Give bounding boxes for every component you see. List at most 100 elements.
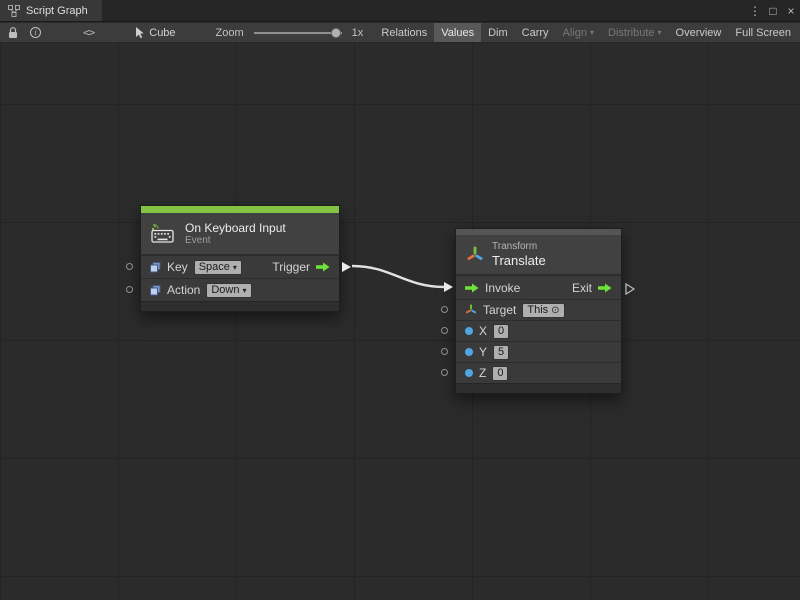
- port-trigger-output[interactable]: [342, 262, 351, 272]
- invoke-label: Invoke: [485, 281, 520, 295]
- event-accent-bar: [141, 206, 339, 213]
- port-exit-output[interactable]: [625, 282, 635, 300]
- key-dropdown[interactable]: Space ▾: [194, 260, 242, 275]
- target-row: Target This ⊙: [456, 299, 621, 320]
- info-icon: i: [30, 27, 41, 38]
- action-label: Action: [167, 283, 200, 297]
- dim-button[interactable]: Dim: [481, 23, 515, 42]
- node-footer: [456, 383, 621, 393]
- port-key-input[interactable]: [126, 263, 133, 270]
- literal-icon: [150, 262, 161, 273]
- port-z-input[interactable]: [441, 369, 448, 376]
- port-invoke-input[interactable]: [444, 282, 453, 292]
- chevron-down-icon: ▾: [233, 261, 237, 274]
- tab-title: Script Graph: [26, 5, 88, 17]
- code-icon: <>: [83, 26, 94, 39]
- node-category: Transform: [492, 241, 546, 253]
- carry-label: Carry: [522, 27, 549, 39]
- chevron-down-icon: ▾: [658, 28, 662, 37]
- full-screen-button[interactable]: Full Screen: [728, 23, 798, 42]
- overview-button[interactable]: Overview: [669, 23, 729, 42]
- z-row: Z 0: [456, 362, 621, 383]
- flow-arrow-icon: [598, 283, 612, 293]
- values-button[interactable]: Values: [434, 23, 481, 42]
- distribute-label: Distribute: [608, 27, 654, 39]
- flow-arrow-icon: [465, 283, 479, 293]
- close-icon[interactable]: ×: [782, 0, 800, 22]
- transform-icon: [465, 304, 477, 316]
- relations-label: Relations: [381, 27, 427, 39]
- node-header[interactable]: On Keyboard Input Event: [141, 213, 339, 255]
- transform-icon: [466, 246, 484, 264]
- values-label: Values: [441, 27, 474, 39]
- port-y-input[interactable]: [441, 348, 448, 355]
- x-input[interactable]: 0: [493, 324, 509, 339]
- toolbar-buttons: Relations Values Dim Carry Align▾ Distri…: [374, 23, 798, 42]
- action-dropdown-value: Down: [211, 284, 239, 297]
- node-title: Translate: [492, 253, 546, 268]
- title-bar: Script Graph ⋮ □ ×: [0, 0, 800, 22]
- exit-label: Exit: [572, 281, 592, 295]
- node-footer: [141, 301, 339, 311]
- key-row: Key Space ▾ Trigger: [141, 255, 339, 278]
- port-target-input[interactable]: [441, 306, 448, 313]
- y-row: Y 5: [456, 341, 621, 362]
- zoom-label: Zoom: [216, 27, 244, 39]
- target-object-label: Cube: [149, 27, 175, 39]
- lock-button[interactable]: [2, 23, 24, 43]
- full-screen-label: Full Screen: [735, 27, 791, 39]
- invoke-row: Invoke Exit: [456, 275, 621, 299]
- node-header[interactable]: Transform Translate: [456, 235, 621, 275]
- distribute-button[interactable]: Distribute ▾: [601, 23, 668, 42]
- node-header-text: On Keyboard Input Event: [185, 221, 286, 247]
- value-port-icon: [465, 348, 473, 356]
- window-controls: ⋮ □ ×: [746, 0, 800, 21]
- y-label: Y: [479, 345, 487, 359]
- z-label: Z: [479, 366, 486, 380]
- y-input[interactable]: 5: [493, 345, 509, 360]
- align-label: Align: [563, 27, 587, 39]
- target-object-field[interactable]: This ⊙: [522, 303, 564, 318]
- edit-source-button[interactable]: <>: [77, 23, 100, 43]
- carry-button[interactable]: Carry: [515, 23, 556, 42]
- object-picker-icon: ⊙: [551, 304, 559, 317]
- target-object-value: This: [527, 304, 548, 317]
- zoom-slider[interactable]: [254, 32, 342, 34]
- x-label: X: [479, 324, 487, 338]
- dim-label: Dim: [488, 27, 508, 39]
- node-translate[interactable]: Transform Translate Invoke Exit Target T…: [455, 228, 622, 394]
- relations-button[interactable]: Relations: [374, 23, 434, 42]
- lock-icon: [8, 27, 18, 39]
- target-label: Target: [483, 303, 516, 317]
- cursor-icon: [136, 27, 145, 39]
- key-dropdown-value: Space: [199, 261, 230, 274]
- node-title: On Keyboard Input: [185, 221, 286, 235]
- port-x-input[interactable]: [441, 327, 448, 334]
- z-input[interactable]: 0: [492, 366, 508, 381]
- overview-label: Overview: [676, 27, 722, 39]
- graph-toolbar: i <> Cube Zoom 1x Relations Values Dim C…: [0, 23, 800, 43]
- align-button[interactable]: Align▾: [556, 23, 601, 42]
- tab-script-graph[interactable]: Script Graph: [0, 0, 102, 21]
- zoom-slider-handle[interactable]: [331, 28, 341, 38]
- port-action-input[interactable]: [126, 286, 133, 293]
- literal-icon: [150, 285, 161, 296]
- inspect-button[interactable]: i: [24, 23, 47, 43]
- trigger-label: Trigger: [272, 260, 310, 274]
- flow-arrow-icon: [316, 262, 330, 272]
- value-port-icon: [465, 327, 473, 335]
- node-header-text: Transform Translate: [492, 241, 546, 268]
- zoom-value: 1x: [352, 27, 364, 39]
- window-menu-icon[interactable]: ⋮: [746, 0, 764, 22]
- node-subtitle: Event: [185, 235, 286, 247]
- x-value: 0: [498, 325, 504, 338]
- action-dropdown[interactable]: Down ▾: [206, 283, 251, 298]
- chevron-down-icon: ▾: [590, 28, 594, 37]
- node-on-keyboard-input[interactable]: On Keyboard Input Event Key Space ▾ Trig…: [140, 205, 340, 312]
- graph-canvas[interactable]: [0, 43, 800, 600]
- key-label: Key: [167, 260, 188, 274]
- script-graph-icon: [8, 5, 20, 17]
- target-object-button[interactable]: Cube: [130, 23, 181, 43]
- maximize-icon[interactable]: □: [764, 0, 782, 22]
- y-value: 5: [498, 346, 504, 359]
